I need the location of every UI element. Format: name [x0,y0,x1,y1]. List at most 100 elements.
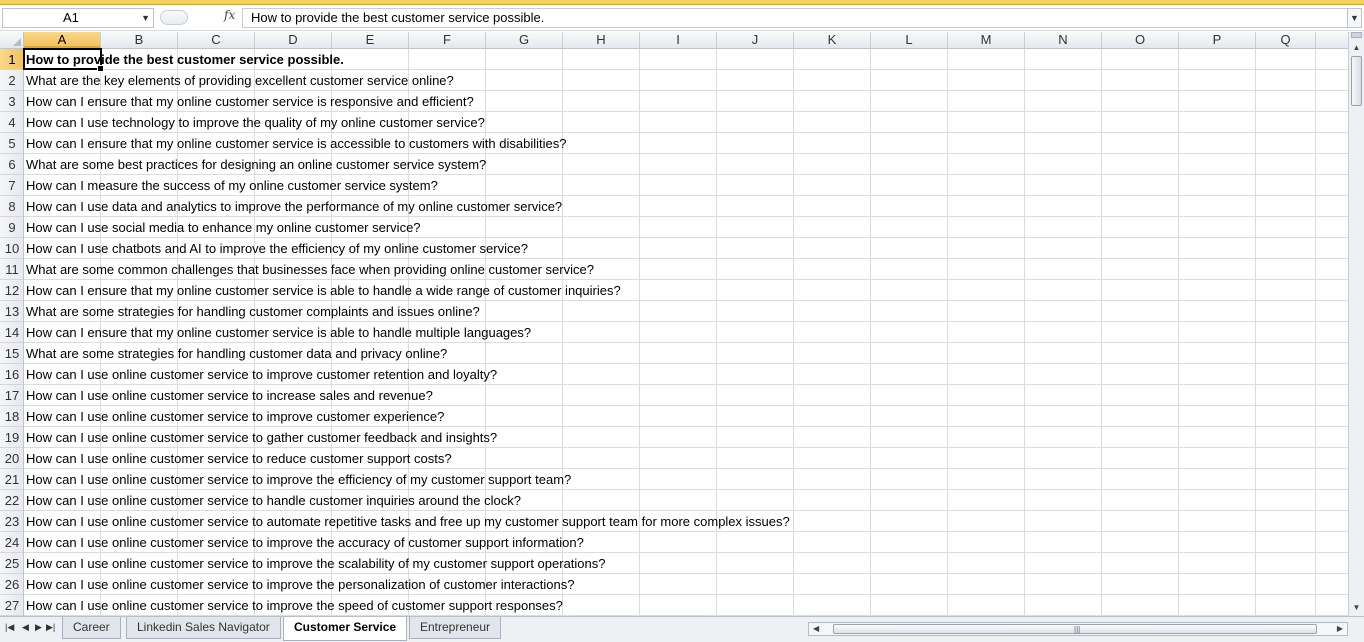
cell-a7[interactable]: How can I measure the success of my onli… [24,175,438,196]
gridline [1101,49,1102,616]
cell-a9[interactable]: How can I use social media to enhance my… [24,217,421,238]
row-header-9[interactable]: 9 [0,217,23,238]
column-header-i[interactable]: I [640,32,717,48]
row-header-13[interactable]: 13 [0,301,23,322]
vertical-scrollbar[interactable]: ▲ ▼ [1348,32,1364,616]
column-header-d[interactable]: D [255,32,332,48]
row-header-16[interactable]: 16 [0,364,23,385]
cell-a14[interactable]: How can I ensure that my online customer… [24,322,531,343]
cell-a3[interactable]: How can I ensure that my online customer… [24,91,474,112]
cell-a23[interactable]: How can I use online customer service to… [24,511,790,532]
scroll-left-icon[interactable]: ◀ [813,623,819,635]
name-box[interactable]: A1 ▼ [2,8,154,28]
column-header-c[interactable]: C [178,32,255,48]
column-header-e[interactable]: E [332,32,409,48]
sheet-tab-entrepreneur[interactable]: Entrepreneur [409,617,502,639]
cell-a27[interactable]: How can I use online customer service to… [24,595,563,616]
row-header-10[interactable]: 10 [0,238,23,259]
cell-a22[interactable]: How can I use online customer service to… [24,490,521,511]
row-header-14[interactable]: 14 [0,322,23,343]
row-header-23[interactable]: 23 [0,511,23,532]
cell-a15[interactable]: What are some strategies for handling cu… [24,343,447,364]
vertical-scroll-thumb[interactable] [1351,56,1362,106]
cell-a5[interactable]: How can I ensure that my online customer… [24,133,566,154]
last-sheet-icon[interactable]: ▶| [46,622,55,633]
gridline [1024,49,1025,616]
column-header-m[interactable]: M [948,32,1025,48]
row-header-11[interactable]: 11 [0,259,23,280]
split-handle[interactable] [1351,32,1362,38]
column-header-j[interactable]: J [717,32,794,48]
cell-a2[interactable]: What are the key elements of providing e… [24,70,454,91]
row-header-21[interactable]: 21 [0,469,23,490]
chevron-down-icon: ▼ [1350,13,1359,23]
cell-a17[interactable]: How can I use online customer service to… [24,385,433,406]
row-header-12[interactable]: 12 [0,280,23,301]
cell-grid[interactable]: How to provide the best customer service… [24,49,1348,616]
cell-a16[interactable]: How can I use online customer service to… [24,364,497,385]
cell-a20[interactable]: How can I use online customer service to… [24,448,452,469]
cell-a13[interactable]: What are some strategies for handling cu… [24,301,480,322]
column-header-p[interactable]: P [1179,32,1256,48]
scroll-down-icon[interactable]: ▼ [1349,600,1364,616]
row-header-19[interactable]: 19 [0,427,23,448]
row-header-25[interactable]: 25 [0,553,23,574]
cell-a11[interactable]: What are some common challenges that bus… [24,259,594,280]
row-header-15[interactable]: 15 [0,343,23,364]
row-header-18[interactable]: 18 [0,406,23,427]
cell-a10[interactable]: How can I use chatbots and AI to improve… [24,238,528,259]
cell-a25[interactable]: How can I use online customer service to… [24,553,605,574]
formula-input[interactable]: How to provide the best customer service… [242,8,1347,28]
horizontal-scroll-thumb[interactable]: ||| [833,624,1317,634]
row-header-6[interactable]: 6 [0,154,23,175]
column-header-q[interactable]: Q [1256,32,1316,48]
expand-formula-bar-button[interactable]: ▼ [1347,8,1362,28]
prev-sheet-icon[interactable]: ◀ [22,622,29,633]
row-header-4[interactable]: 4 [0,112,23,133]
row-header-1[interactable]: 1 [0,49,23,70]
chevron-down-icon[interactable]: ▼ [141,9,150,27]
column-header-h[interactable]: H [563,32,640,48]
column-header-f[interactable]: F [409,32,486,48]
formula-toggle-handle[interactable] [160,10,188,25]
row-header-27[interactable]: 27 [0,595,23,616]
cell-a26[interactable]: How can I use online customer service to… [24,574,574,595]
cell-a8[interactable]: How can I use data and analytics to impr… [24,196,562,217]
cell-a19[interactable]: How can I use online customer service to… [24,427,497,448]
next-sheet-icon[interactable]: ▶ [35,622,42,633]
cell-a24[interactable]: How can I use online customer service to… [24,532,584,553]
sheet-tab-linkedin-sales-navigator[interactable]: Linkedin Sales Navigator [126,617,281,639]
row-header-5[interactable]: 5 [0,133,23,154]
cell-a4[interactable]: How can I use technology to improve the … [24,112,485,133]
cell-a12[interactable]: How can I ensure that my online customer… [24,280,621,301]
column-header-g[interactable]: G [486,32,563,48]
column-header-b[interactable]: B [101,32,178,48]
row-header-3[interactable]: 3 [0,91,23,112]
sheet-tab-career[interactable]: Career [62,617,121,639]
select-all-button[interactable] [0,32,24,48]
cell-a21[interactable]: How can I use online customer service to… [24,469,571,490]
row-header-26[interactable]: 26 [0,574,23,595]
row-header-20[interactable]: 20 [0,448,23,469]
row-header-7[interactable]: 7 [0,175,23,196]
cell-a18[interactable]: How can I use online customer service to… [24,406,444,427]
column-headers: ABCDEFGHIJKLMNOPQ [0,32,1348,49]
cell-a6[interactable]: What are some best practices for designi… [24,154,486,175]
row-header-17[interactable]: 17 [0,385,23,406]
row-header-8[interactable]: 8 [0,196,23,217]
sheet-tab-customer-service[interactable]: Customer Service [283,617,408,641]
column-header-n[interactable]: N [1025,32,1102,48]
horizontal-scrollbar[interactable]: ◀ ||| ▶ [808,622,1348,636]
grip-icon: ||| [1074,625,1081,634]
column-header-a[interactable]: A [24,32,101,48]
column-header-o[interactable]: O [1102,32,1179,48]
column-header-k[interactable]: K [794,32,871,48]
first-sheet-icon[interactable]: |◀ [5,622,14,633]
insert-function-icon[interactable]: fx [224,8,235,22]
scroll-up-icon[interactable]: ▲ [1349,40,1364,56]
row-header-2[interactable]: 2 [0,70,23,91]
row-header-24[interactable]: 24 [0,532,23,553]
scroll-right-icon[interactable]: ▶ [1337,623,1343,635]
column-header-l[interactable]: L [871,32,948,48]
row-header-22[interactable]: 22 [0,490,23,511]
